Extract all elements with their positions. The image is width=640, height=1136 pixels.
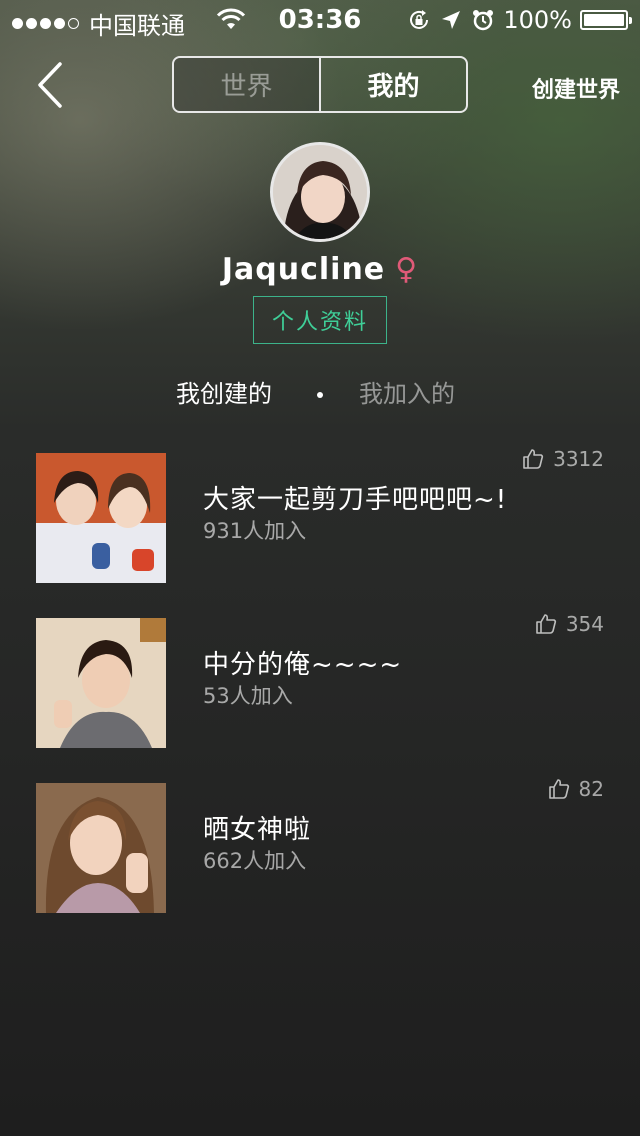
world-thumbnail [36, 618, 166, 748]
profile-info-button[interactable]: 个人资料 [253, 296, 387, 344]
like-count-value: 82 [578, 777, 604, 801]
avatar[interactable] [270, 142, 370, 242]
world-title: 大家一起剪刀手吧吧吧~! [203, 485, 508, 515]
segment-mine[interactable]: 我的 [319, 58, 466, 111]
alarm-icon [473, 10, 494, 31]
like-count[interactable]: 82 [547, 777, 604, 801]
world-member-count: 53人加入 [203, 684, 293, 708]
world-tabs: 我创建的 我加入的 [0, 374, 640, 414]
world-segmented-control: 世界 我的 [172, 56, 468, 113]
list-item[interactable]: 82 晒女神啦 662人加入 [0, 777, 640, 913]
list-item[interactable]: 354 中分的俺~~~~ 53人加入 [0, 612, 640, 748]
rotation-lock-icon [410, 10, 429, 29]
segment-world[interactable]: 世界 [174, 58, 319, 111]
location-arrow-icon [442, 11, 461, 29]
world-thumbnail [36, 783, 166, 913]
create-world-button[interactable]: 创建世界 [532, 72, 620, 104]
like-count-value: 354 [565, 612, 604, 636]
world-title: 中分的俺~~~~ [203, 650, 403, 680]
tab-created[interactable]: 我创建的 [176, 374, 272, 409]
avatar-image [273, 145, 367, 239]
tab-joined[interactable]: 我加入的 [359, 374, 455, 409]
like-count-value: 3312 [553, 447, 604, 471]
thumbs-up-icon [523, 449, 544, 469]
tab-separator-dot [317, 392, 323, 398]
status-right-group: 100% [407, 6, 632, 34]
back-button[interactable] [30, 60, 70, 110]
status-bar: 中国联通 03:36 100% [0, 0, 640, 40]
world-member-count: 931人加入 [203, 519, 307, 543]
username: Jaqucline [221, 252, 386, 287]
battery-percent: 100% [503, 6, 572, 34]
gender-female-icon: ♀ [395, 252, 419, 287]
like-count[interactable]: 3312 [521, 447, 604, 471]
world-member-count: 662人加入 [203, 849, 307, 873]
battery-icon [580, 10, 632, 30]
like-count[interactable]: 354 [534, 612, 604, 636]
list-item[interactable]: 3312 大家一起剪刀手吧吧吧~! 931人加入 [0, 447, 640, 583]
world-thumbnail [36, 453, 166, 583]
thumbs-up-icon [536, 614, 556, 634]
thumbs-up-icon [548, 779, 569, 799]
username-row: Jaqucline ♀ [0, 252, 640, 287]
world-title: 晒女神啦 [203, 815, 312, 845]
